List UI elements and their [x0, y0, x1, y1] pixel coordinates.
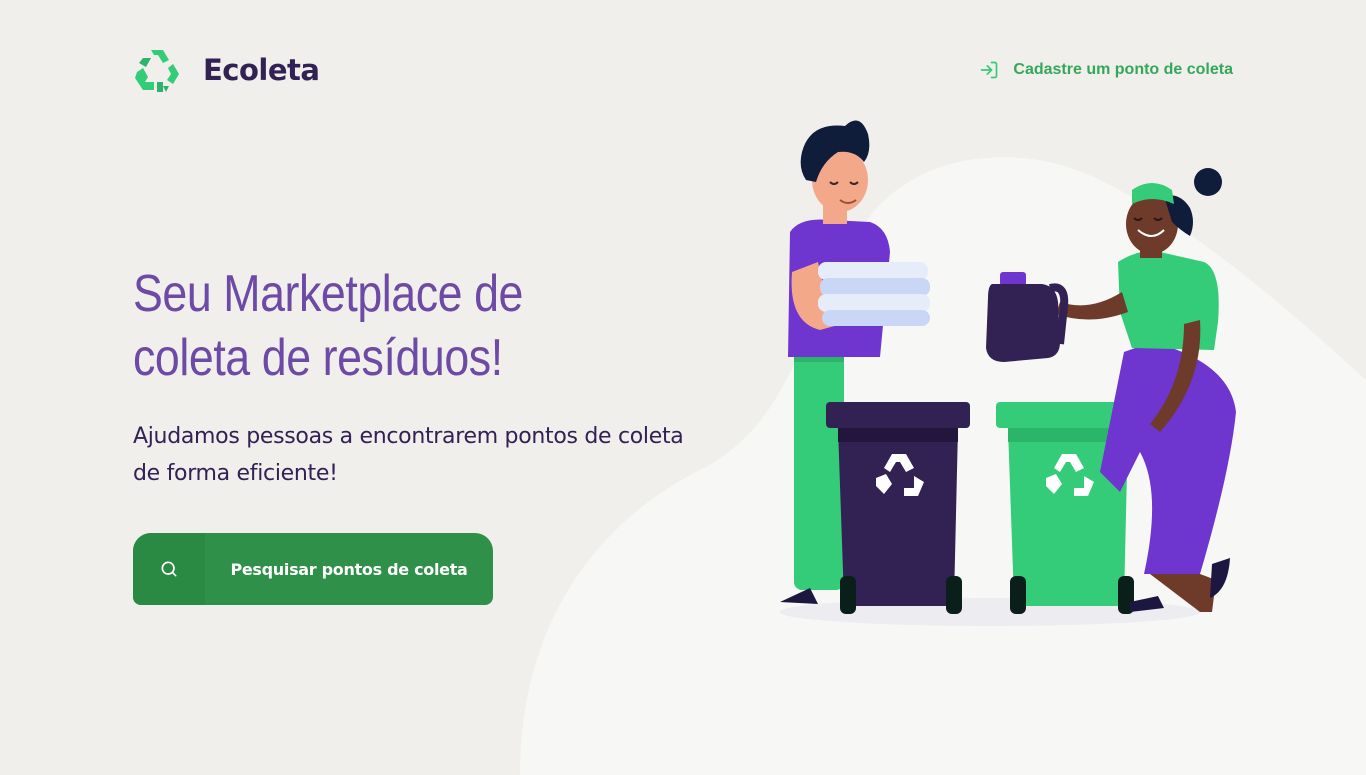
search-icon	[161, 561, 177, 577]
log-in-icon	[981, 61, 998, 79]
hero-subtitle: Ajudamos pessoas a encontrarem pontos de…	[133, 424, 684, 486]
register-link-label: Cadastre um ponto de coleta	[1013, 61, 1233, 78]
recycling-illustration	[780, 120, 1236, 626]
search-collection-points-button[interactable]: Pesquisar pontos de coleta	[133, 533, 493, 605]
app-name: Ecoleta	[203, 53, 320, 87]
site-header: Ecoleta Cadastre um ponto de coleta	[133, 46, 1233, 94]
logo[interactable]: Ecoleta	[133, 46, 320, 94]
register-collection-point-link[interactable]: Cadastre um ponto de coleta	[979, 60, 1233, 80]
hero-title: Seu Marketplace de coleta de resíduos!	[133, 265, 524, 387]
recycle-icon	[135, 50, 179, 92]
cta-label: Pesquisar pontos de coleta	[230, 559, 468, 579]
cta-icon-box	[133, 533, 205, 605]
purple-bin	[826, 402, 970, 614]
jug	[986, 272, 1069, 362]
